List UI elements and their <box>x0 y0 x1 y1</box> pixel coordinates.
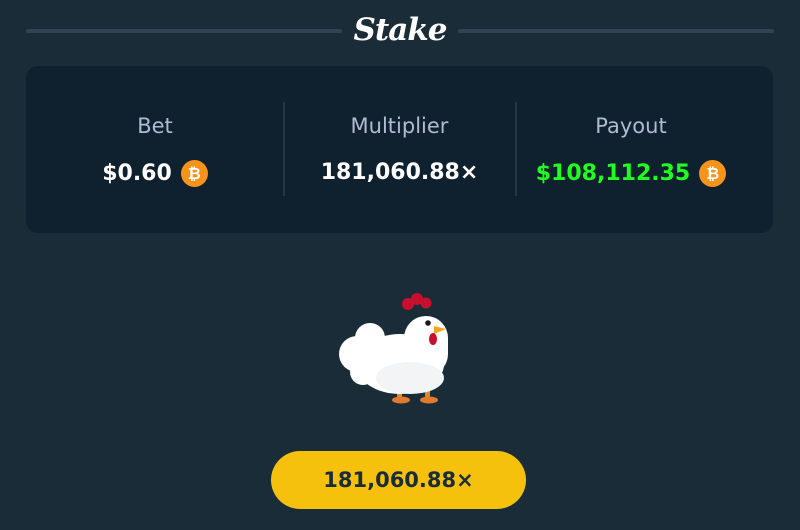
payout-stat: Payout $108,112.35 ₿ <box>515 66 747 233</box>
bet-value-row: $0.60 ₿ <box>26 160 284 187</box>
bet-stats-panel: Bet $0.60 ₿ Multiplier 181,060.88× Payou… <box>26 66 773 233</box>
bitcoin-icon: ₿ <box>699 160 727 187</box>
payout-label: Payout <box>595 114 667 138</box>
multiplier-value: 181,060.88× <box>320 160 479 185</box>
multiplier-value-row: 181,060.88× <box>284 160 515 185</box>
header-divider-right <box>458 29 774 33</box>
header-divider-left <box>26 29 342 33</box>
bet-value: $0.60 <box>102 161 172 186</box>
multiplier-label: Multiplier <box>350 114 449 138</box>
bet-label: Bet <box>137 114 173 138</box>
stake-logo: Stake <box>353 12 448 48</box>
payout-value: $108,112.35 <box>535 161 691 186</box>
chicken-icon <box>330 286 464 410</box>
multiplier-result-badge: 181,060.88× <box>271 451 526 509</box>
multiplier-stat: Multiplier 181,060.88× <box>284 66 515 233</box>
payout-value-row: $108,112.35 ₿ <box>515 160 747 187</box>
bitcoin-icon: ₿ <box>180 160 208 187</box>
bet-stat: Bet $0.60 ₿ <box>26 66 284 233</box>
